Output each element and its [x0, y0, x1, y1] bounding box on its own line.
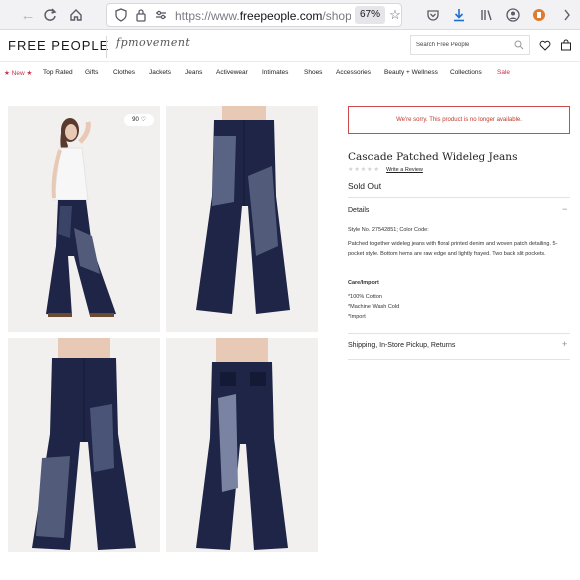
product-title: Cascade Patched Wideleg Jeans [348, 151, 518, 163]
product-photo-front[interactable] [8, 338, 160, 552]
home-icon[interactable] [66, 5, 86, 25]
download-icon[interactable] [450, 6, 468, 24]
search-icon[interactable] [514, 40, 524, 50]
url-text[interactable]: https://www.freepeople.com/shop/ca [175, 8, 351, 24]
url-host: freepeople.com [239, 9, 323, 23]
shopping-bag-icon[interactable] [559, 38, 573, 52]
forward-placeholder [14, 5, 34, 25]
product-description: Patched together wideleg jeans with flor… [348, 241, 558, 257]
zoom-level[interactable]: 67% [355, 6, 385, 24]
search-box[interactable] [410, 35, 530, 55]
nav-item-collections[interactable]: Collections [450, 69, 482, 76]
divider [348, 197, 570, 198]
like-count-badge[interactable]: 90 ♡ [124, 114, 154, 126]
nav-item-jeans[interactable]: Jeans [185, 69, 202, 76]
product-photo-back[interactable] [166, 338, 318, 552]
lock-icon[interactable] [133, 7, 149, 23]
divider [348, 333, 570, 334]
divider [348, 359, 570, 360]
pocket-icon[interactable] [424, 6, 442, 24]
heart-icon: ♡ [140, 117, 146, 123]
reload-icon[interactable] [40, 5, 60, 25]
url-prefix: https://www. [175, 9, 240, 23]
care-item: *Machine Wash Cold [348, 304, 400, 310]
shipping-accordion-heading[interactable]: Shipping, In-Store Pickup, Returns [348, 342, 455, 349]
care-heading: Care/Import [348, 280, 379, 286]
nav-item-activewear[interactable]: Activewear [216, 69, 248, 76]
expand-plus-icon[interactable]: + [562, 339, 567, 349]
browser-toolbar: ← https://www.freepeople.com/shop/ca 67%… [0, 0, 580, 30]
care-item: *Import [348, 314, 366, 320]
nav-item-accessories[interactable]: Accessories [336, 69, 371, 76]
brand-logo[interactable]: FREE PEOPLE [8, 38, 109, 53]
account-icon[interactable] [504, 6, 522, 24]
product-photo-front-closeup[interactable] [166, 106, 318, 332]
nav-item-top-rated[interactable]: Top Rated [43, 69, 73, 76]
address-bar[interactable]: https://www.freepeople.com/shop/ca 67% ☆ [106, 3, 402, 27]
wishlist-heart-icon[interactable] [538, 38, 552, 52]
unavailable-alert: We're sorry. This product is no longer a… [348, 106, 570, 134]
nav-item-jackets[interactable]: Jackets [149, 69, 171, 76]
url-path: /shop/ca [322, 9, 351, 23]
permissions-icon[interactable] [153, 7, 169, 23]
write-review-link[interactable]: Write a Review [386, 167, 423, 173]
like-count: 90 [132, 117, 139, 123]
library-icon[interactable] [478, 6, 496, 24]
nav-item-gifts[interactable]: Gifts [85, 69, 98, 76]
category-nav: ★ New ★ Top Rated Gifts Clothes Jackets … [0, 66, 580, 82]
nav-item-intimates[interactable]: Intimates [262, 69, 288, 76]
stock-status: Sold Out [348, 181, 382, 191]
extension-icon[interactable] [530, 6, 548, 24]
nav-item-new[interactable]: ★ New ★ [4, 69, 32, 77]
nav-item-shoes[interactable]: Shoes [304, 69, 322, 76]
nav-item-beauty-wellness[interactable]: Beauty + Wellness [384, 69, 438, 76]
details-accordion-heading[interactable]: Details [348, 207, 369, 214]
site-header: FREE PEOPLE fpmovement [0, 30, 580, 62]
nav-item-clothes[interactable]: Clothes [113, 69, 135, 76]
header-divider [106, 36, 107, 58]
bookmark-star-icon[interactable]: ☆ [387, 6, 403, 24]
sub-brand-logo[interactable]: fpmovement [116, 36, 190, 49]
style-number: Style No. 27542851; Color Code: [348, 227, 429, 233]
search-input[interactable] [416, 38, 512, 52]
shield-icon[interactable] [113, 7, 129, 23]
overflow-menu-icon[interactable] [558, 6, 576, 24]
care-item: *100% Cotton [348, 294, 382, 300]
collapse-minus-icon[interactable]: − [562, 204, 567, 214]
product-photo-model[interactable]: 90 ♡ [8, 106, 160, 332]
nav-item-sale[interactable]: Sale [497, 69, 510, 76]
rating-stars[interactable]: ★★★★★ [348, 166, 380, 173]
